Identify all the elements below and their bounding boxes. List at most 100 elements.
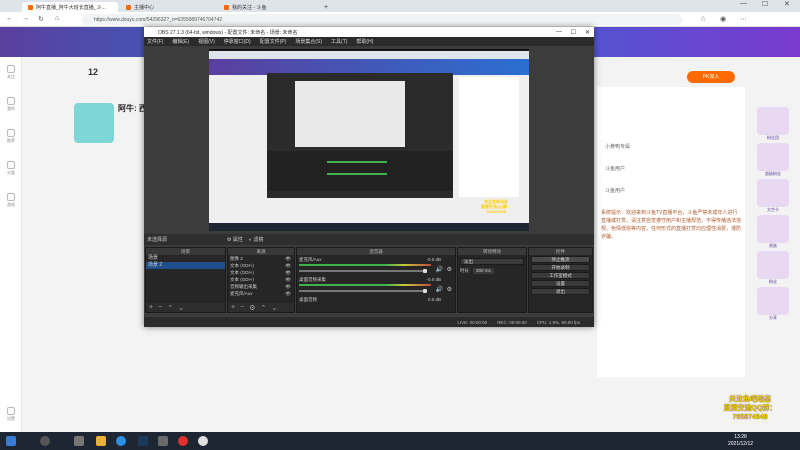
maximize-icon[interactable]: ☐: [571, 29, 576, 36]
nested-chat: [459, 77, 519, 197]
scene-item[interactable]: 场景 2: [146, 262, 225, 269]
gift-fans[interactable]: 粉丝: [757, 251, 789, 284]
eye-icon[interactable]: 👁: [285, 255, 291, 262]
source-item[interactable]: 图像 2 👁: [228, 255, 294, 262]
forward-icon[interactable]: →: [22, 15, 29, 22]
gift-share[interactable]: 分享: [757, 287, 789, 320]
menu-view[interactable]: 视图(V): [198, 38, 215, 45]
reload-icon[interactable]: ↻: [38, 15, 44, 23]
rail-item-recommend[interactable]: 推荐: [0, 129, 22, 144]
source-item[interactable]: 音频输出采集 👁: [228, 283, 294, 290]
file-explorer-icon[interactable]: [96, 436, 106, 446]
close-icon[interactable]: ✕: [784, 0, 790, 8]
remove-icon[interactable]: −: [158, 304, 162, 311]
tab-anchor-center[interactable]: 主播中心: [120, 2, 216, 12]
source-item[interactable]: 文本 (GDI+) 👁: [228, 269, 294, 276]
app-icon[interactable]: [178, 436, 188, 446]
source-item[interactable]: 文本 (GDI+) 👁: [228, 262, 294, 269]
url-input[interactable]: https://www.douyu.com/5429632?_n=6355089…: [82, 14, 682, 25]
add-icon[interactable]: +: [149, 304, 153, 311]
start-icon[interactable]: [6, 436, 16, 446]
source-item[interactable]: 文本 (GDI+) 👁: [228, 276, 294, 283]
eye-icon[interactable]: 👁: [285, 290, 291, 297]
eye-icon[interactable]: 👁: [285, 262, 291, 269]
menu-docks[interactable]: 停靠窗口(D): [224, 38, 251, 45]
streamer-avatar[interactable]: [74, 103, 114, 143]
no-source-selected: 未选择源: [147, 237, 168, 243]
obs-preview[interactable]: 关注鱼吧动态 直播交流QQ群： 765874548: [209, 49, 529, 231]
rail-item-category[interactable]: 分类: [0, 161, 22, 176]
slider-knob[interactable]: [423, 289, 427, 293]
move-down-icon[interactable]: ⌄: [178, 304, 184, 312]
remove-icon[interactable]: −: [240, 304, 244, 311]
gift-superfan[interactable]: 超级粉丝: [757, 143, 789, 176]
move-up-icon[interactable]: ⌃: [260, 304, 266, 312]
close-icon[interactable]: ✕: [585, 29, 590, 36]
eye-icon[interactable]: 👁: [285, 283, 291, 290]
settings-button[interactable]: 设置: [531, 280, 590, 287]
rail-item-follow[interactable]: 关注: [0, 65, 22, 80]
tab-my-follows[interactable]: 我的关注 - 斗鱼: [218, 2, 314, 12]
eye-icon[interactable]: 👁: [285, 276, 291, 283]
taskbar-clock[interactable]: 13:28 2021/12/12: [728, 434, 753, 448]
obs-icon[interactable]: [198, 436, 208, 446]
speaker-icon[interactable]: 🔊: [436, 266, 443, 273]
controls-dock: 控件 停止推流 开始录制 工作室模式 设置 退出: [528, 247, 593, 313]
back-icon[interactable]: ←: [6, 15, 13, 22]
rail-item-mine[interactable]: 我的: [0, 97, 22, 112]
menu-file[interactable]: 文件(F): [147, 38, 163, 45]
menu-profile[interactable]: 配置文件(P): [260, 38, 287, 45]
follow-count: 12: [88, 67, 99, 77]
channel-db: -0.0 dB: [426, 277, 441, 282]
menu-help[interactable]: 帮助(H): [356, 38, 373, 45]
gift-fanclub[interactable]: 粉丝团: [757, 107, 789, 140]
studio-mode-button[interactable]: 工作室模式: [531, 272, 590, 279]
new-tab-button[interactable]: +: [318, 2, 334, 12]
pk-badge[interactable]: PK加入: [687, 71, 735, 83]
scene-item[interactable]: 场景: [146, 255, 225, 262]
task-view-icon[interactable]: [74, 436, 84, 446]
tab-live-room[interactable]: 阿牛直播_阿牛大班长直播_斗...: [22, 2, 118, 12]
edge-icon[interactable]: [116, 436, 126, 446]
minimize-icon[interactable]: —: [740, 0, 747, 7]
start-recording-button[interactable]: 开始录制: [531, 264, 590, 271]
extension-icon[interactable]: ☆: [700, 15, 706, 23]
minimize-icon[interactable]: —: [556, 29, 562, 35]
volume-slider[interactable]: [299, 289, 427, 293]
steam-icon[interactable]: [138, 436, 148, 446]
transition-select[interactable]: 淡出: [460, 258, 524, 265]
gear-icon[interactable]: ⚙: [447, 266, 452, 273]
more-icon[interactable]: ⋯: [740, 15, 747, 23]
duration-input[interactable]: 300 ms: [473, 268, 494, 274]
rail-item-settings[interactable]: 设置: [0, 407, 22, 422]
properties-button[interactable]: ⚙ 属性: [227, 236, 243, 243]
source-item[interactable]: 麦克风/Aux 👁: [228, 290, 294, 297]
star-icon: [7, 129, 15, 137]
gear-icon[interactable]: ⚙: [447, 286, 452, 293]
preview-capture: 关注鱼吧动态 直播交流QQ群： 765874548: [209, 51, 529, 231]
move-up-icon[interactable]: ⌃: [167, 304, 173, 312]
slider-knob[interactable]: [423, 269, 427, 273]
home-icon[interactable]: ⌂: [55, 15, 59, 22]
stop-streaming-button[interactable]: 停止推流: [531, 256, 590, 263]
speaker-icon[interactable]: 🔊: [436, 286, 443, 293]
volume-slider[interactable]: [299, 269, 427, 273]
menu-edit[interactable]: 编辑(E): [172, 38, 189, 45]
add-icon[interactable]: +: [231, 304, 235, 311]
menu-tools[interactable]: 工具(T): [331, 38, 347, 45]
gear-icon[interactable]: ⚙: [249, 304, 255, 312]
profile-icon[interactable]: ◉: [720, 15, 726, 23]
rail-item-game[interactable]: 游戏: [0, 193, 22, 208]
gift-space-card[interactable]: 太空卡: [757, 179, 789, 212]
nested-meter: [327, 173, 387, 175]
cpu-fps: CPU: 1.9%, 60.00 fps: [536, 319, 580, 325]
gift-noble[interactable]: 贵族: [757, 215, 789, 248]
exit-button[interactable]: 退出: [531, 288, 590, 295]
app-icon[interactable]: [158, 436, 168, 446]
eye-icon[interactable]: 👁: [285, 269, 291, 276]
move-down-icon[interactable]: ⌄: [271, 304, 277, 312]
filters-button[interactable]: ◐ 滤镜: [249, 236, 263, 243]
maximize-icon[interactable]: ☐: [762, 0, 768, 8]
menu-scene-collection[interactable]: 场景集合(S): [295, 38, 322, 45]
search-icon[interactable]: [40, 436, 50, 446]
